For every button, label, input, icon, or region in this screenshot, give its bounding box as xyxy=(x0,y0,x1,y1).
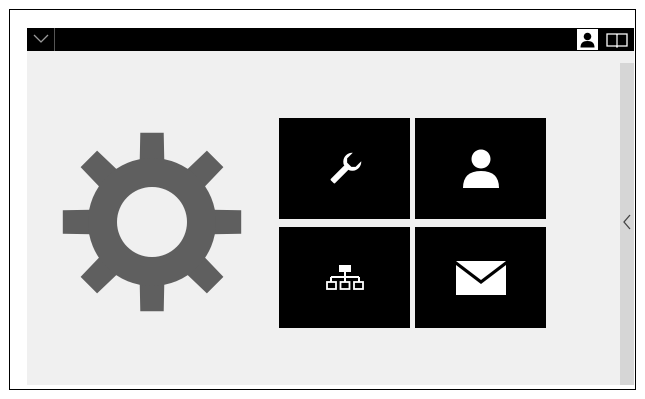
menu-toggle-button[interactable] xyxy=(31,29,51,49)
maintenance-tile[interactable] xyxy=(279,118,410,219)
user-accounts-tile[interactable] xyxy=(415,118,546,219)
side-panel-toggle[interactable] xyxy=(620,63,634,385)
network-tile[interactable] xyxy=(279,227,410,328)
messages-tile[interactable] xyxy=(415,227,546,328)
help-book-button[interactable] xyxy=(603,29,631,50)
main-content xyxy=(27,51,634,385)
chevron-left-icon xyxy=(623,214,631,230)
topbar-divider xyxy=(54,28,55,51)
user-profile-button[interactable] xyxy=(577,29,598,50)
wrench-icon xyxy=(330,152,361,183)
envelope-icon xyxy=(455,260,506,295)
user-icon xyxy=(580,32,595,47)
chevron-down-icon xyxy=(33,34,49,43)
top-bar xyxy=(27,28,634,51)
user-icon xyxy=(462,149,499,188)
gear-icon xyxy=(62,132,242,312)
book-icon xyxy=(606,32,628,48)
network-icon xyxy=(325,264,364,290)
